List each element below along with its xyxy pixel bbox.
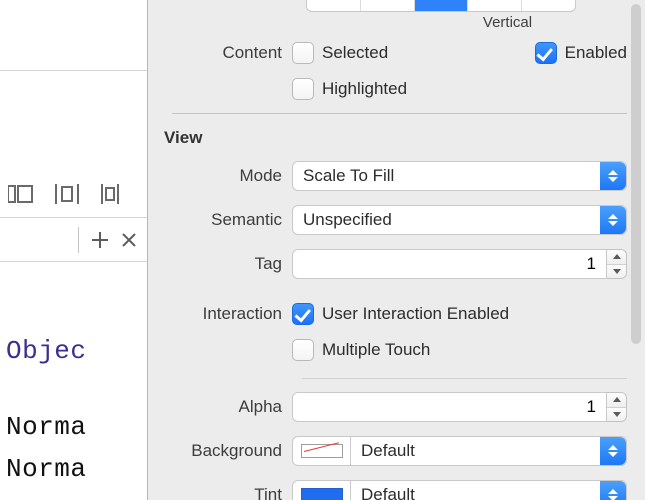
checkbox-icon [292, 78, 314, 100]
divider [0, 70, 147, 71]
tag-input[interactable] [292, 249, 607, 279]
mode-popup[interactable]: Scale To Fill [292, 161, 627, 191]
mode-value: Scale To Fill [303, 166, 394, 186]
tint-label: Tint [160, 485, 292, 500]
chevron-updown-icon [600, 481, 626, 500]
multiple-touch-checkbox[interactable]: Multiple Touch [292, 339, 430, 361]
code-area: Objec Norma Norma [0, 262, 147, 490]
tint-value: Default [351, 481, 626, 500]
alpha-stepper[interactable] [607, 392, 627, 422]
mode-label: Mode [160, 166, 292, 186]
stepper-down-icon[interactable] [607, 408, 626, 422]
selected-label: Selected [322, 43, 388, 63]
view-section-title: View [160, 122, 627, 154]
code-token-type: Objec [6, 330, 147, 372]
enabled-label: Enabled [565, 43, 627, 63]
alpha-input[interactable] [292, 392, 607, 422]
code-token: Norma [6, 448, 147, 490]
tab-separator [78, 227, 79, 253]
stepper-up-icon[interactable] [607, 250, 626, 265]
checkbox-icon [292, 339, 314, 361]
chevron-updown-icon [600, 206, 626, 234]
alignment-segmented-control[interactable] [306, 0, 576, 12]
multiple-touch-label: Multiple Touch [322, 340, 430, 360]
divider [302, 378, 627, 379]
editor-top-area [0, 70, 147, 170]
tint-color-popup[interactable]: Default [292, 480, 627, 500]
editor-pane: Objec Norma Norma [0, 0, 148, 500]
checkbox-icon [535, 42, 557, 64]
distribute-horizontal-icon[interactable] [54, 184, 80, 204]
selected-checkbox[interactable]: Selected [292, 42, 388, 64]
alignment-caption: Vertical [388, 12, 627, 35]
close-icon[interactable] [121, 232, 137, 248]
stepper-up-icon[interactable] [607, 393, 626, 408]
background-label: Background [160, 441, 292, 461]
user-interaction-label: User Interaction Enabled [322, 304, 509, 324]
semantic-popup[interactable]: Unspecified [292, 205, 627, 235]
checkbox-icon [292, 42, 314, 64]
divider [172, 113, 627, 114]
content-label: Content [160, 43, 292, 63]
enabled-checkbox[interactable]: Enabled [535, 42, 627, 64]
plus-icon[interactable] [91, 231, 109, 249]
background-swatch[interactable] [293, 437, 351, 465]
inspector-pane: Vertical Content Selected Enabled [148, 0, 645, 500]
align-horizontal-icon[interactable] [100, 184, 126, 204]
pin-horizontal-icon[interactable] [8, 184, 34, 204]
chevron-updown-icon [600, 162, 626, 190]
alpha-label: Alpha [160, 397, 292, 417]
tint-color-icon [301, 488, 343, 500]
semantic-label: Semantic [160, 210, 292, 230]
chevron-updown-icon [600, 437, 626, 465]
highlighted-label: Highlighted [322, 79, 407, 99]
background-color-popup[interactable]: Default [292, 436, 627, 466]
checkbox-icon [292, 303, 314, 325]
interaction-label: Interaction [160, 304, 292, 324]
user-interaction-checkbox[interactable]: User Interaction Enabled [292, 303, 509, 325]
highlighted-checkbox[interactable]: Highlighted [292, 78, 407, 100]
layout-icon-bar [0, 170, 147, 218]
code-token: Norma [6, 406, 147, 448]
tint-swatch[interactable] [293, 481, 351, 500]
tab-bar [0, 218, 147, 262]
default-color-icon [301, 444, 343, 458]
background-value: Default [351, 437, 626, 465]
scrollbar[interactable] [631, 4, 641, 344]
tag-label: Tag [160, 254, 292, 274]
stepper-down-icon[interactable] [607, 265, 626, 279]
tag-stepper[interactable] [607, 249, 627, 279]
semantic-value: Unspecified [303, 210, 392, 230]
